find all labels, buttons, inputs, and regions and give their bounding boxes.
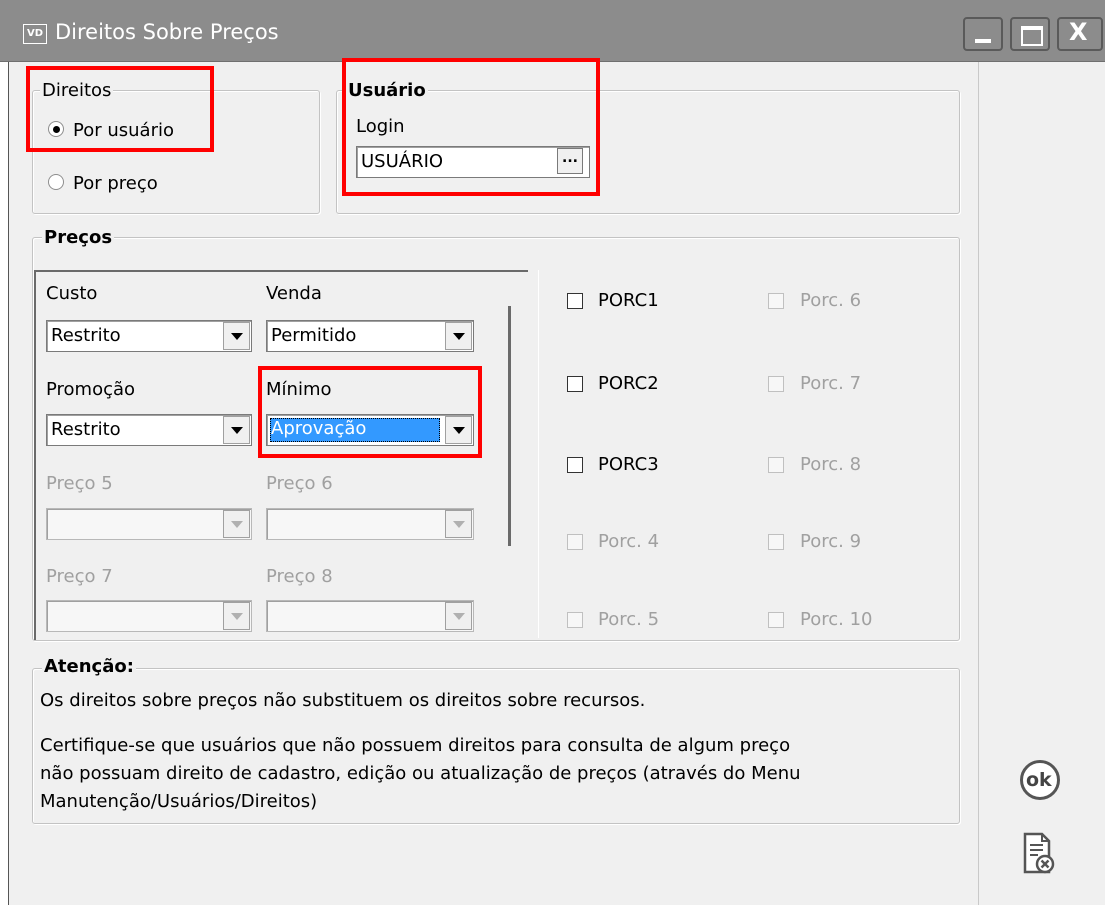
cancel-button[interactable]: [1022, 832, 1055, 876]
custo-dropdown-button[interactable]: [223, 322, 250, 350]
porc7-checkbox[interactable]: [768, 376, 784, 392]
maximize-icon: [1021, 26, 1043, 46]
atencao-line-4: Manutenção/Usuários/Direitos): [40, 791, 318, 812]
porc9-checkbox[interactable]: [768, 534, 784, 550]
preco7-dropdown-button[interactable]: [223, 602, 250, 630]
highlight-direitos: [26, 66, 214, 152]
porc10-checkbox[interactable]: [768, 612, 784, 628]
porc9-label[interactable]: Porc. 9: [800, 531, 861, 552]
radio-por-preco-label[interactable]: Por preço: [73, 173, 158, 194]
chevron-down-icon: [231, 613, 243, 620]
preco6-select[interactable]: [266, 508, 474, 540]
promocao-value: Restrito: [51, 419, 121, 440]
highlight-usuario: [342, 58, 600, 196]
porc1-label[interactable]: PORC1: [598, 290, 659, 311]
custo-label: Custo: [46, 283, 98, 304]
promocao-label: Promoção: [46, 379, 136, 400]
preco6-label: Preço 6: [266, 473, 333, 494]
chevron-down-icon: [453, 613, 465, 620]
preco6-dropdown-button[interactable]: [445, 510, 472, 538]
porc1-checkbox[interactable]: [567, 293, 583, 309]
scrollbar-thumb[interactable]: [508, 306, 511, 546]
porc8-checkbox[interactable]: [768, 457, 784, 473]
chevron-down-icon: [453, 333, 465, 340]
preco7-select[interactable]: [46, 600, 252, 632]
dialog-window: VD Direitos Sobre Preços X Direitos Por …: [0, 0, 1105, 905]
atencao-line-3: não possuam direito de cadastro, edição …: [40, 763, 801, 784]
atencao-line-2: Certifique-se que usuários que não possu…: [40, 735, 791, 756]
preco8-select[interactable]: [266, 600, 474, 632]
app-icon: VD: [23, 24, 47, 44]
porc4-checkbox[interactable]: [567, 534, 583, 550]
porc6-label[interactable]: Porc. 6: [800, 290, 861, 311]
title-bar[interactable]: VD Direitos Sobre Preços X: [0, 0, 1105, 62]
porc5-checkbox[interactable]: [567, 612, 583, 628]
chevron-down-icon: [231, 521, 243, 528]
porc10-label[interactable]: Porc. 10: [800, 609, 872, 630]
chevron-down-icon: [231, 427, 243, 434]
close-button[interactable]: X: [1057, 17, 1103, 51]
highlight-minimo: [258, 366, 482, 458]
preco5-dropdown-button[interactable]: [223, 510, 250, 538]
window-title: Direitos Sobre Preços: [55, 20, 279, 44]
porc8-label[interactable]: Porc. 8: [800, 454, 861, 475]
porc5-label[interactable]: Porc. 5: [598, 609, 659, 630]
venda-value: Permitido: [271, 325, 357, 346]
precos-legend: Preços: [42, 227, 115, 248]
custo-select[interactable]: Restrito: [46, 320, 252, 352]
ok-label: ok: [1026, 769, 1052, 791]
preco5-label: Preço 5: [46, 473, 113, 494]
porc7-label[interactable]: Porc. 7: [800, 373, 861, 394]
venda-dropdown-button[interactable]: [445, 322, 472, 350]
venda-select[interactable]: Permitido: [266, 320, 474, 352]
minimize-icon: [975, 39, 991, 43]
radio-por-preco[interactable]: [48, 174, 64, 190]
precos-divider: [538, 270, 539, 638]
custo-value: Restrito: [51, 325, 121, 346]
atencao-legend: Atenção:: [42, 656, 136, 677]
close-icon: X: [1069, 18, 1088, 46]
porc6-checkbox[interactable]: [768, 293, 784, 309]
preco5-select[interactable]: [46, 508, 252, 540]
promocao-select[interactable]: Restrito: [46, 414, 252, 446]
porc2-checkbox[interactable]: [567, 376, 583, 392]
chevron-down-icon: [453, 521, 465, 528]
preco8-dropdown-button[interactable]: [445, 602, 472, 630]
cancel-document-icon: [1023, 832, 1055, 874]
venda-label: Venda: [266, 283, 322, 304]
preco7-label: Preço 7: [46, 566, 113, 587]
atencao-line-1: Os direitos sobre preços não substituem …: [40, 690, 646, 711]
porc4-label[interactable]: Porc. 4: [598, 531, 659, 552]
porc3-checkbox[interactable]: [567, 457, 583, 473]
porc3-label[interactable]: PORC3: [598, 454, 659, 475]
preco8-label: Preço 8: [266, 566, 333, 587]
ok-button[interactable]: ok: [1020, 760, 1060, 800]
minimize-button[interactable]: [963, 17, 1003, 51]
promocao-dropdown-button[interactable]: [223, 416, 250, 444]
maximize-button[interactable]: [1010, 17, 1050, 51]
porc2-label[interactable]: PORC2: [598, 373, 659, 394]
chevron-down-icon: [231, 333, 243, 340]
